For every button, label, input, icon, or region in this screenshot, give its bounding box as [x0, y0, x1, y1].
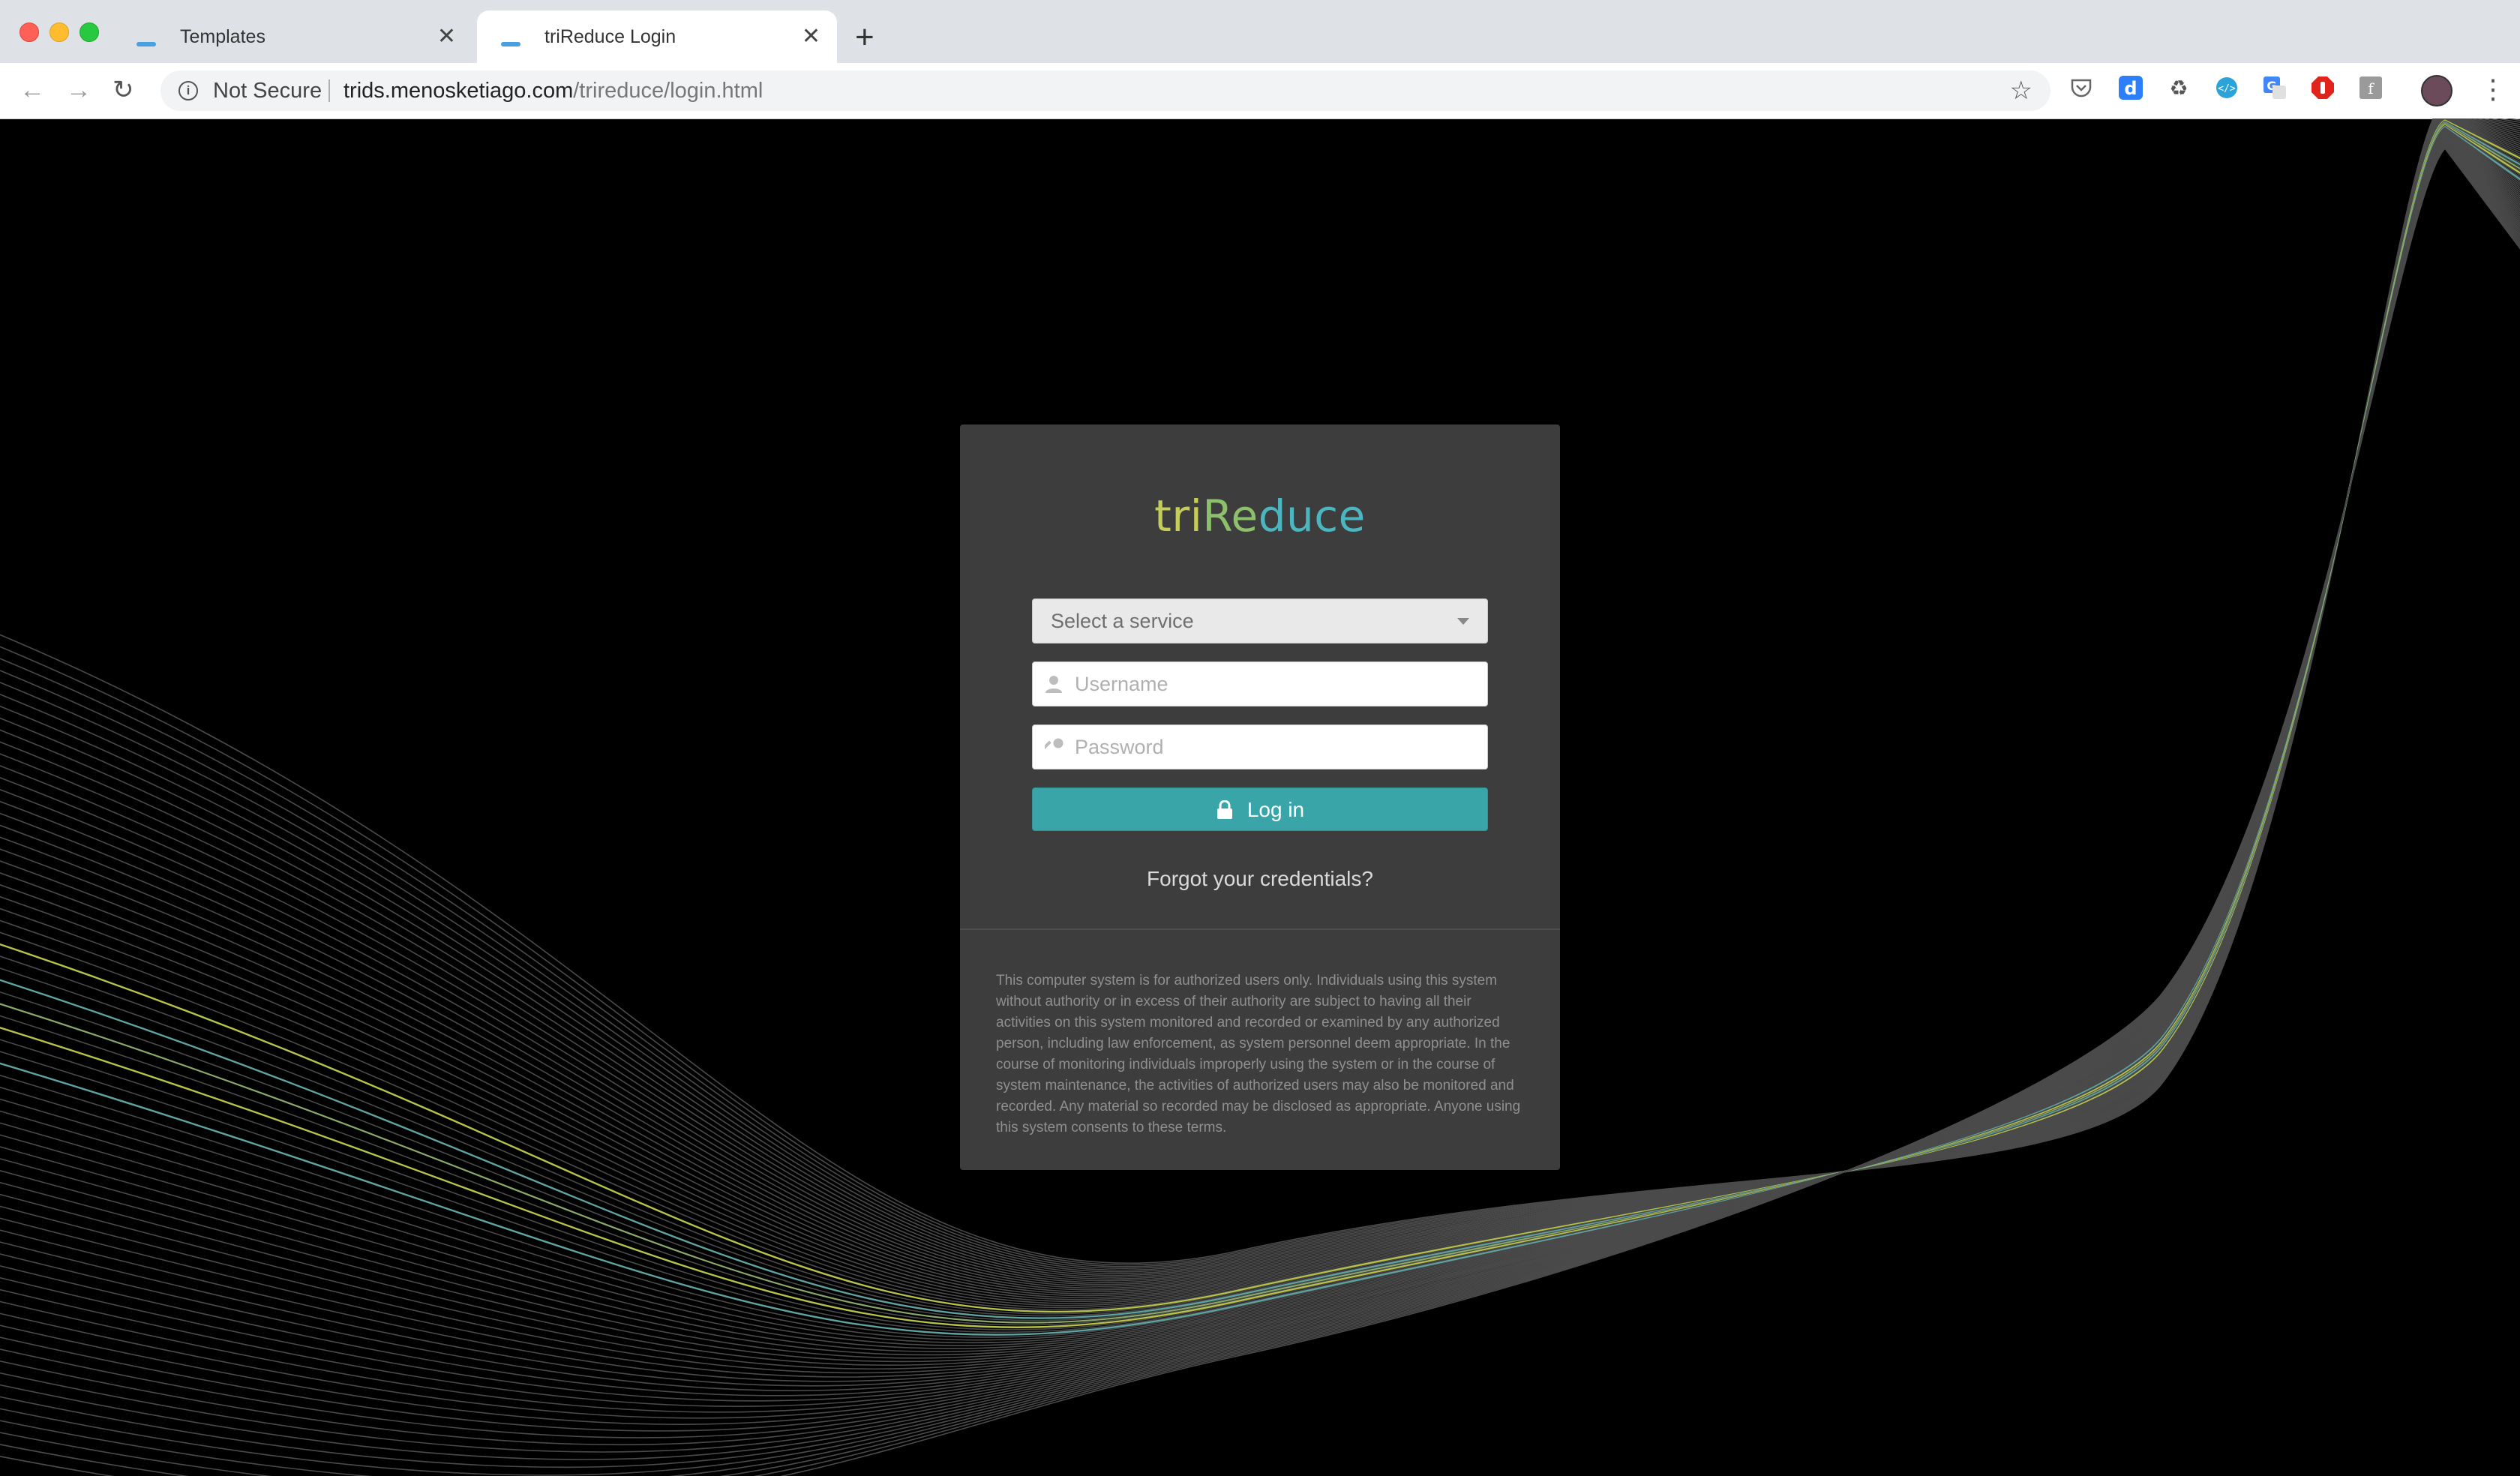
- password-field[interactable]: [1032, 724, 1488, 770]
- adblock-icon[interactable]: [2310, 75, 2336, 100]
- browser-tab-bar: Templates ✕ triReduce Login ✕ +: [0, 0, 2520, 63]
- tab-title: Templates: [180, 26, 266, 47]
- browser-menu-icon[interactable]: ⋮: [2480, 70, 2506, 108]
- url-path: /trireduce/login.html: [573, 79, 764, 103]
- security-label[interactable]: Not Secure: [213, 70, 322, 111]
- d-extension-icon[interactable]: d: [2118, 75, 2144, 100]
- close-tab-icon[interactable]: ✕: [802, 10, 820, 63]
- username-field[interactable]: [1032, 662, 1488, 706]
- key-icon: [1045, 738, 1064, 750]
- new-tab-icon[interactable]: +: [855, 15, 874, 60]
- lock-icon: [1216, 800, 1232, 819]
- close-window-button[interactable]: [20, 22, 39, 42]
- maximize-window-button[interactable]: [80, 22, 99, 42]
- tab-favicon-icon: [136, 42, 156, 46]
- minimize-window-button[interactable]: [50, 22, 69, 42]
- devtools-icon[interactable]: </>: [2214, 75, 2240, 100]
- legal-disclaimer: This computer system is for authorized u…: [996, 973, 1521, 1136]
- tab-templates[interactable]: Templates ✕: [112, 10, 472, 63]
- login-button-label: Log in: [1246, 798, 1305, 821]
- pocket-icon[interactable]: [2068, 75, 2094, 100]
- login-card: triReduce Select a service Log in: [960, 424, 1560, 1170]
- login-button[interactable]: Log in: [1032, 788, 1488, 831]
- service-select[interactable]: Select a service: [1032, 598, 1488, 644]
- tab-trireduce-login[interactable]: triReduce Login ✕: [477, 10, 837, 63]
- url-text[interactable]: trids.menosketiago.com/trireduce/login.h…: [344, 70, 763, 111]
- trireduce-logo: triReduce: [1154, 490, 1366, 542]
- reload-icon[interactable]: ↻: [112, 70, 134, 110]
- svg-text:d: d: [2124, 78, 2137, 99]
- forward-arrow-icon[interactable]: →: [66, 70, 92, 110]
- close-tab-icon[interactable]: ✕: [437, 10, 456, 63]
- info-icon[interactable]: i: [178, 81, 198, 100]
- tab-favicon-icon: [501, 42, 520, 46]
- password-input[interactable]: [1073, 725, 1466, 770]
- bookmark-star-icon[interactable]: ☆: [2010, 70, 2032, 111]
- username-input[interactable]: [1073, 662, 1466, 706]
- omnibox-divider: [328, 80, 330, 102]
- tab-title: triReduce Login: [544, 26, 676, 47]
- svg-text:♻: ♻: [2169, 76, 2188, 100]
- service-select-placeholder: Select a service: [1051, 610, 1194, 632]
- back-arrow-icon[interactable]: ←: [20, 70, 45, 110]
- recycle-icon[interactable]: ♻: [2166, 75, 2192, 100]
- chevron-down-icon: [1457, 618, 1469, 625]
- address-bar[interactable]: i Not Secure trids.menosketiago.com/trir…: [160, 70, 2050, 111]
- svg-text:</>: </>: [2218, 83, 2236, 94]
- card-divider: [960, 928, 1560, 930]
- forgot-credentials-link[interactable]: Forgot your credentials?: [960, 867, 1560, 891]
- profile-avatar[interactable]: [2421, 75, 2452, 106]
- page-viewport: triReduce Select a service Log in: [0, 118, 2520, 1476]
- translate-icon[interactable]: G: [2262, 75, 2288, 100]
- user-icon: [1046, 676, 1062, 693]
- font-icon[interactable]: f: [2358, 75, 2384, 100]
- url-host: trids.menosketiago.com: [344, 79, 574, 103]
